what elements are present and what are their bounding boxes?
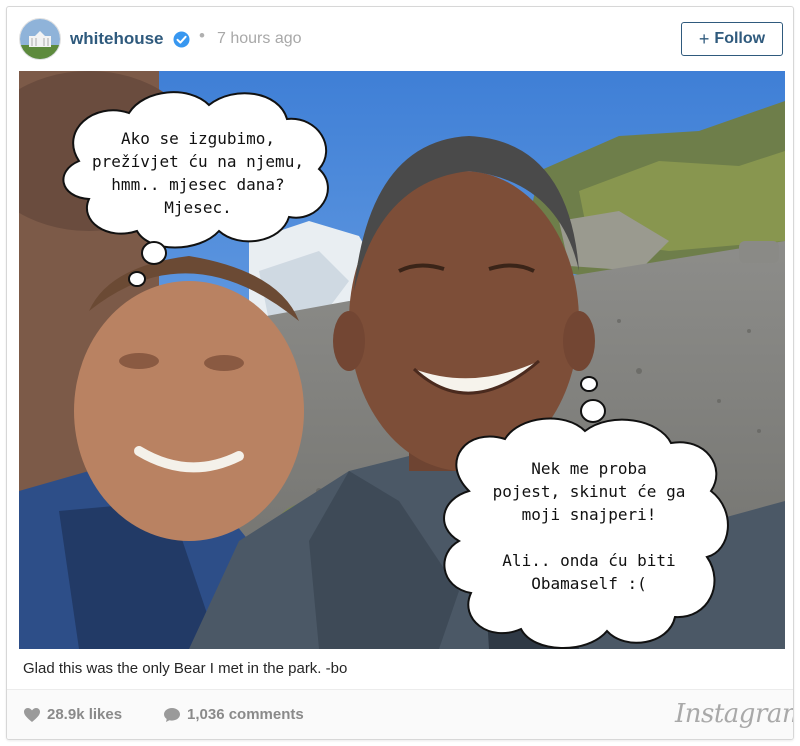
thought-bubble-left-text: Ako se izgubimo, prežívjet ću na njemu, … xyxy=(92,129,304,217)
comment-bubble-icon xyxy=(164,707,180,722)
follow-label: Follow xyxy=(714,30,766,47)
likes-count[interactable]: 28.9k likes xyxy=(23,706,122,723)
follow-button[interactable]: + Follow xyxy=(681,22,783,56)
comments-label: 1,036 comments xyxy=(187,706,304,723)
post-timestamp[interactable]: 7 hours ago xyxy=(217,30,302,48)
verified-badge-icon xyxy=(173,31,190,48)
profile-avatar[interactable] xyxy=(19,18,61,60)
comments-count[interactable]: 1,036 comments xyxy=(163,706,304,723)
username-link[interactable]: whitehouse xyxy=(70,29,164,49)
likes-label: 28.9k likes xyxy=(47,706,123,723)
instagram-logo[interactable]: Instagram xyxy=(675,699,793,729)
post-footer: 28.9k likes 1,036 comments Instagram xyxy=(7,689,793,739)
white-house-logo-icon xyxy=(20,19,60,59)
thought-bubble-right-text: Nek me proba pojest, skinut će ga moji s… xyxy=(492,459,686,593)
post-header: whitehouse • 7 hours ago + Follow xyxy=(7,7,793,69)
instagram-post-card: whitehouse • 7 hours ago + Follow Ako se… xyxy=(6,6,794,740)
separator-dot: • xyxy=(199,26,205,45)
heart-icon xyxy=(24,707,40,722)
post-photo[interactable]: Ako se izgubimo, prežívjet ću na njemu, … xyxy=(19,71,785,649)
plus-icon: + xyxy=(698,28,710,49)
post-caption: Glad this was the only Bear I met in the… xyxy=(23,660,348,677)
